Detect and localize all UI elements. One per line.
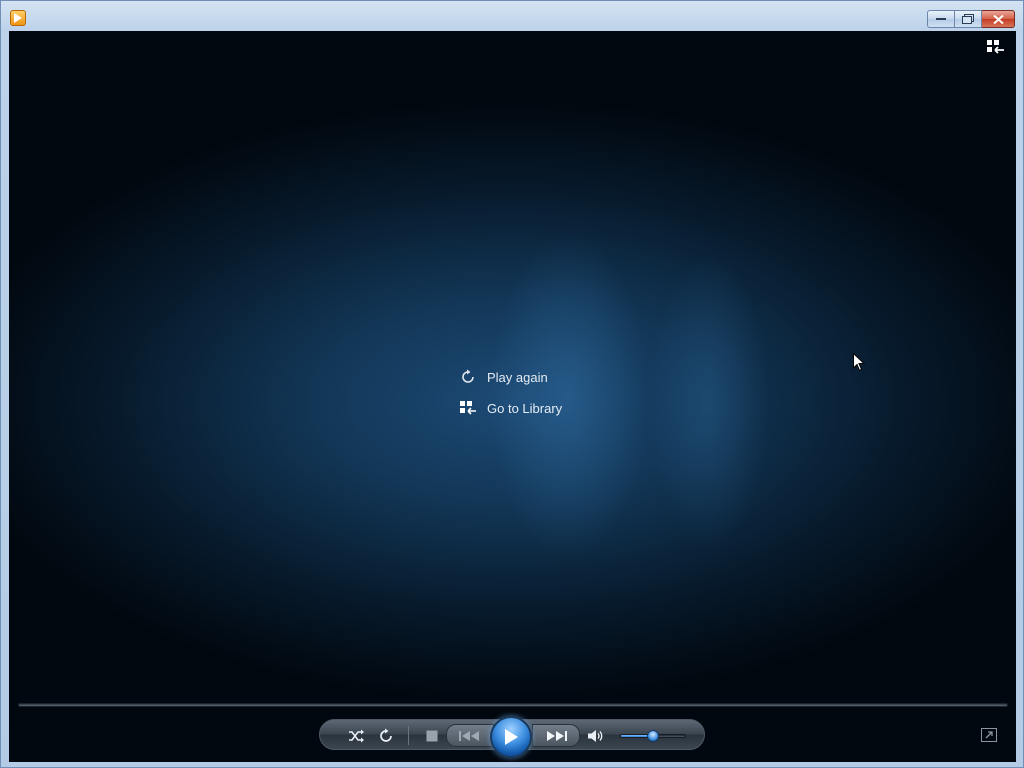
stop-icon xyxy=(426,730,438,741)
previous-button[interactable] xyxy=(452,720,486,751)
volume-slider[interactable] xyxy=(620,730,686,742)
mute-button[interactable] xyxy=(584,720,608,751)
repeat-icon xyxy=(380,728,392,742)
shuffle-icon xyxy=(349,729,364,742)
library-switch-icon xyxy=(987,40,1004,54)
media-player-window: Play again Go to Library xyxy=(0,0,1024,768)
next-icon xyxy=(547,730,567,741)
play-button[interactable] xyxy=(490,716,532,758)
end-of-playback-menu: Play again Go to Library xyxy=(458,366,562,428)
seek-bar[interactable] xyxy=(18,703,1008,707)
full-screen-icon xyxy=(981,728,997,742)
replay-icon xyxy=(458,367,478,387)
switch-to-library-button[interactable] xyxy=(986,39,1006,57)
speaker-icon xyxy=(588,729,603,742)
title-bar[interactable] xyxy=(1,1,1023,31)
play-again-link[interactable]: Play again xyxy=(458,366,562,388)
go-to-library-link[interactable]: Go to Library xyxy=(458,397,562,419)
shuffle-button[interactable] xyxy=(344,720,368,751)
minimize-button[interactable] xyxy=(927,10,955,28)
close-icon xyxy=(992,14,1004,24)
stop-button[interactable] xyxy=(420,720,444,751)
library-icon xyxy=(458,398,478,418)
go-to-library-label: Go to Library xyxy=(487,400,563,416)
media-player-icon[interactable] xyxy=(10,10,26,26)
restore-icon xyxy=(962,14,974,24)
mouse-pointer-icon xyxy=(853,352,866,378)
transport-controls xyxy=(319,716,705,758)
caption-buttons xyxy=(927,10,1015,28)
repeat-button[interactable] xyxy=(374,720,398,751)
play-icon xyxy=(505,729,518,745)
volume-thumb[interactable] xyxy=(647,730,659,742)
now-playing-area[interactable]: Play again Go to Library xyxy=(9,31,1016,762)
full-screen-button[interactable] xyxy=(981,728,997,742)
next-button[interactable] xyxy=(540,720,574,751)
previous-icon xyxy=(459,730,479,741)
maximize-button[interactable] xyxy=(955,10,982,28)
play-again-label: Play again xyxy=(487,369,548,385)
close-button[interactable] xyxy=(982,10,1015,28)
minimize-icon xyxy=(936,18,946,20)
